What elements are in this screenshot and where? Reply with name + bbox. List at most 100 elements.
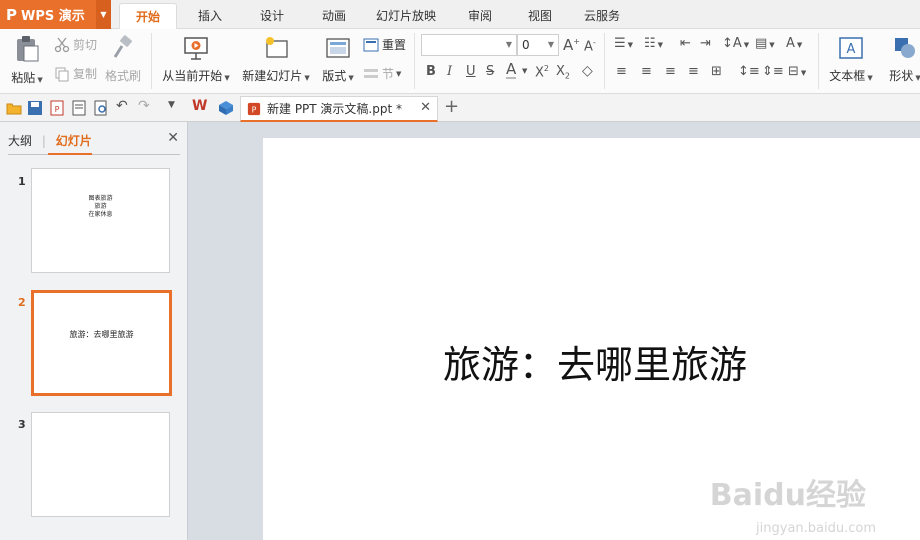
paragraph-spacing-icon[interactable]: ⇕≡ <box>762 64 784 79</box>
cut-label: 剪切 <box>73 38 98 52</box>
font-size-combo[interactable]: 0 ▼ <box>517 34 559 56</box>
from-current-label: 从当前开始 <box>162 69 223 83</box>
tab-animation[interactable]: 动画 <box>312 0 356 29</box>
open-folder-icon[interactable] <box>6 100 22 116</box>
smart-art-icon[interactable]: ⊟ ▼ <box>788 64 806 79</box>
undo-icon[interactable]: ↶ <box>116 98 132 114</box>
layout-button[interactable]: 版式 ▼ <box>318 35 358 84</box>
distribute-icon[interactable]: ⊞ <box>711 64 722 79</box>
strikethrough-icon[interactable]: S <box>486 64 494 79</box>
customize-toolbar-dropdown-icon[interactable]: ▼ <box>168 100 184 116</box>
decrease-indent-icon[interactable]: ⇤ <box>680 36 691 51</box>
align-center-icon[interactable]: ≡ <box>641 64 652 79</box>
ribbon-divider <box>818 33 819 89</box>
bold-icon[interactable]: B <box>426 64 436 79</box>
print-icon[interactable] <box>71 100 87 116</box>
play-from-current-button[interactable]: 从当前开始 ▼ <box>158 35 234 84</box>
cube-icon[interactable] <box>218 100 234 116</box>
export-pdf-icon[interactable]: P <box>49 100 65 116</box>
format-painter-icon <box>113 35 132 58</box>
slideshow-play-icon <box>184 37 208 60</box>
paste-label: 粘贴 <box>11 71 36 85</box>
italic-icon[interactable]: I <box>447 64 452 79</box>
new-slide-button[interactable]: 新建幻灯片 ▼ <box>238 35 314 84</box>
close-panel-icon[interactable]: ✕ <box>167 130 179 146</box>
reset-label: 重置 <box>382 38 407 52</box>
slide-thumbnail-1[interactable]: 图表旅游 旅游 在家休息 <box>31 168 170 273</box>
paste-button[interactable]: 粘贴 ▼ <box>6 35 48 86</box>
svg-text:A: A <box>847 42 856 57</box>
paste-icon <box>17 36 39 62</box>
superscript-icon[interactable]: X2 <box>535 64 549 80</box>
line-spacing-icon[interactable]: ↕≡ <box>738 64 760 79</box>
subscript-icon[interactable]: X2 <box>556 64 570 81</box>
increase-indent-icon[interactable]: ⇥ <box>700 36 711 51</box>
slide-number: 2 <box>18 296 26 309</box>
text-fill-icon[interactable]: A ▼ <box>786 36 802 51</box>
clear-format-icon[interactable]: ◇ <box>582 63 593 79</box>
numbering-icon[interactable]: ☷ ▼ <box>644 36 663 51</box>
tab-design[interactable]: 设计 <box>250 0 294 29</box>
slide-number: 3 <box>18 418 26 431</box>
chevron-down-icon: ▼ <box>505 40 512 49</box>
text-box-button[interactable]: A 文本框 ▼ <box>826 35 876 84</box>
format-painter-button[interactable]: 格式刷 <box>100 35 146 84</box>
shape-icon <box>895 38 915 58</box>
tab-slideshow[interactable]: 幻灯片放映 <box>370 0 442 29</box>
section-icon <box>364 68 378 78</box>
ribbon-home: 粘贴 ▼ 剪切 复制 格式刷 从当前开始 ▼ 新建幻灯片 ▼ 版式 ▼ 重置 节… <box>0 29 920 94</box>
panel-tabs: 大纲 | 幻灯片 <box>8 132 92 149</box>
underline-icon[interactable]: U <box>466 64 476 79</box>
print-preview-icon[interactable] <box>93 100 109 116</box>
thumbnail-text: 旅游：去哪里旅游 <box>69 330 134 339</box>
baidu-watermark: Baidu经验 <box>709 478 866 513</box>
slide-thumbnail-2[interactable]: 旅游：去哪里旅游 <box>31 290 172 396</box>
copy-button[interactable]: 复制 <box>54 65 97 82</box>
thumbnail-text: 图表旅游 <box>88 195 113 202</box>
new-tab-plus-icon[interactable]: + <box>444 96 459 117</box>
align-right-icon[interactable]: ≡ <box>665 64 676 79</box>
redo-icon[interactable]: ↷ <box>138 98 154 114</box>
chevron-down-icon[interactable]: ▼ <box>522 67 527 75</box>
app-menu-dropdown-icon[interactable]: ▼ <box>96 0 111 29</box>
new-slide-icon <box>266 37 288 58</box>
section-button[interactable]: 节 ▼ <box>363 65 401 82</box>
font-shrink-icon[interactable]: A- <box>584 38 596 54</box>
tab-cloud[interactable]: 云服务 <box>578 0 626 29</box>
app-name: WPS 演示 <box>21 9 85 24</box>
slide-thumbnail-3[interactable] <box>31 412 170 517</box>
ribbon-divider <box>414 33 415 89</box>
thumbnail-text: 在家休息 <box>88 211 113 218</box>
bullets-icon[interactable]: ☰ ▼ <box>614 36 633 51</box>
reset-button[interactable]: 重置 <box>363 36 406 53</box>
tab-insert[interactable]: 插入 <box>188 0 232 29</box>
tab-slides[interactable]: 幻灯片 <box>56 134 92 148</box>
cut-button[interactable]: 剪切 <box>54 36 97 53</box>
svg-text:P: P <box>252 105 257 114</box>
tab-outline[interactable]: 大纲 <box>8 134 32 148</box>
columns-icon[interactable]: ▤ ▼ <box>755 36 775 51</box>
copy-icon <box>55 67 69 81</box>
close-tab-icon[interactable]: ✕ <box>420 100 431 115</box>
quick-access-toolbar: P ↶ ↷ ▼ W P 新建 PPT 演示文稿.ppt * ✕ + <box>0 94 920 122</box>
wps-app-button[interactable]: P WPS 演示 <box>0 0 96 29</box>
align-left-icon[interactable]: ≡ <box>616 64 627 79</box>
save-icon[interactable] <box>27 100 43 116</box>
font-name-combo[interactable]: ▼ <box>421 34 517 56</box>
text-direction-icon[interactable]: ↕A ▼ <box>722 36 749 51</box>
chevron-down-icon: ▼ <box>547 40 554 49</box>
font-color-icon[interactable]: A <box>506 62 517 79</box>
font-grow-icon[interactable]: A+ <box>563 36 580 54</box>
wps-logo-icon: P <box>6 5 17 24</box>
tab-view[interactable]: 视图 <box>518 0 562 29</box>
section-label: 节 <box>382 67 395 81</box>
new-slide-label: 新建幻灯片 <box>242 69 303 83</box>
slide-thumbnail-panel: 大纲 | 幻灯片 ✕ 1 图表旅游 旅游 在家休息 2 旅游：去哪里旅游 3 <box>0 122 188 540</box>
document-tab[interactable]: P 新建 PPT 演示文稿.ppt * ✕ <box>240 96 438 122</box>
copy-label: 复制 <box>73 67 98 81</box>
wps-brand-icon[interactable]: W <box>192 98 208 114</box>
justify-icon[interactable]: ≡ <box>688 64 699 79</box>
slide-title-text[interactable]: 旅游：去哪里旅游 <box>443 334 747 389</box>
shape-button[interactable]: 形状 ▼ <box>880 35 920 84</box>
tab-review[interactable]: 审阅 <box>458 0 502 29</box>
